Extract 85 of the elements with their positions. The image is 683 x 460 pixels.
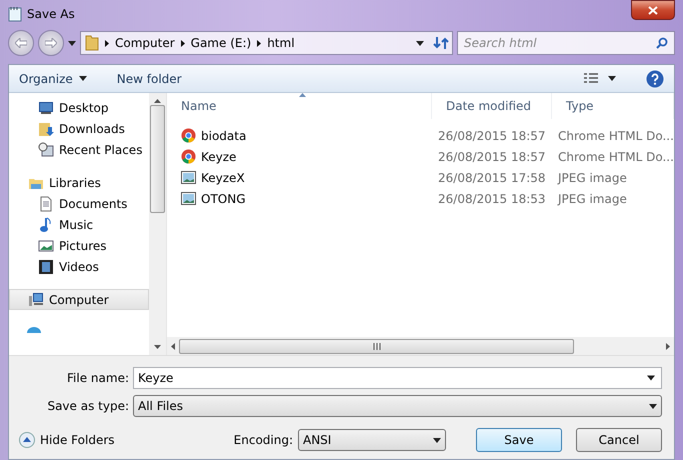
- help-icon[interactable]: [646, 70, 664, 88]
- file-name: Keyze: [201, 150, 236, 164]
- horizontal-scrollbar[interactable]: [167, 337, 674, 355]
- breadcrumb-item[interactable]: html: [267, 36, 295, 50]
- search-field[interactable]: Search html: [457, 31, 675, 55]
- column-header[interactable]: Type: [552, 93, 674, 119]
- type-cell-text: JPEG image: [556, 170, 628, 184]
- column-header[interactable]: Name: [167, 93, 432, 119]
- save-type-label: Save as type:: [46, 399, 129, 413]
- file-row[interactable]: Keyze 26/08/2015 18:57 Chrome HTML Do...: [167, 146, 674, 167]
- new-folder-button[interactable]: New folder: [116, 72, 182, 86]
- scroll-left-icon: [171, 342, 175, 350]
- view-caret-icon: [608, 76, 616, 81]
- column-header[interactable]: Date modified: [432, 93, 552, 119]
- vertical-scrollbar[interactable]: [149, 93, 166, 355]
- close-button[interactable]: [631, 0, 675, 20]
- sidebar-item[interactable]: Videos: [9, 256, 149, 277]
- cancel-button[interactable]: Cancel: [576, 428, 662, 452]
- scroll-right-icon: [666, 342, 670, 350]
- image-file-icon: [181, 192, 196, 205]
- grip-icon: [372, 342, 380, 350]
- chevron-right-icon: [257, 40, 262, 46]
- computer-icon: [28, 292, 44, 308]
- type-cell-text: Chrome HTML Do...: [557, 150, 674, 164]
- close-icon: [648, 6, 658, 14]
- file-name: KeyzeX: [201, 170, 245, 184]
- sidebar-item[interactable]: Music: [9, 214, 149, 235]
- view-list-icon[interactable]: [584, 73, 598, 84]
- file-name: biodata: [201, 128, 246, 142]
- folder-download-icon: [38, 120, 54, 136]
- file-row[interactable]: biodata 26/08/2015 18:57 Chrome HTML Do...: [167, 125, 674, 146]
- document-icon: [38, 196, 54, 212]
- folder-icon: [85, 35, 99, 51]
- sidebar-item[interactable]: Recent Places: [9, 139, 149, 160]
- picture-icon: [38, 238, 54, 254]
- file-name-field[interactable]: Keyze: [133, 367, 662, 389]
- breadcrumb-item[interactable]: Game (E:): [190, 36, 252, 50]
- sidebar-item[interactable]: Documents: [9, 193, 149, 214]
- type-cell-text: JPEG image: [556, 192, 628, 206]
- encoding-dropdown[interactable]: ANSI: [298, 429, 446, 451]
- caret-icon: [416, 40, 424, 46]
- chevron-right-icon: [180, 40, 185, 46]
- breadcrumb-item[interactable]: Computer: [115, 36, 175, 50]
- scroll-up-icon: [154, 99, 161, 103]
- browser-icon: [181, 128, 196, 143]
- file-row[interactable]: OTONG 26/08/2015 18:53 JPEG image: [167, 188, 674, 209]
- file-name: OTONG: [201, 192, 246, 206]
- organize-button[interactable]: Organize: [19, 72, 87, 86]
- search-icon: [656, 37, 668, 49]
- sidebar-item[interactable]: Desktop: [9, 97, 149, 118]
- chevron-right-icon: [105, 40, 109, 46]
- sidebar-item[interactable]: Pictures: [9, 235, 149, 256]
- caret-icon: [647, 376, 655, 380]
- notepad-icon: [8, 6, 22, 22]
- caret-icon: [649, 404, 657, 408]
- type-cell-text: Chrome HTML Do...: [557, 128, 674, 142]
- hide-folders-button[interactable]: Hide Folders: [19, 432, 115, 448]
- save-button[interactable]: Save: [476, 428, 562, 452]
- chevron-up-circle-icon: [19, 432, 35, 448]
- image-file-icon: [181, 171, 196, 184]
- date-cell-text: 26/08/2015 17:58: [437, 170, 547, 184]
- forward-button[interactable]: [38, 30, 64, 56]
- caret-icon: [78, 76, 87, 81]
- film-icon: [38, 258, 54, 274]
- date-cell-text: 26/08/2015 18:57: [437, 150, 547, 164]
- save-type-dropdown[interactable]: All Files: [133, 395, 662, 417]
- history-caret-icon: [68, 40, 76, 46]
- arrow-left-icon: [15, 38, 27, 48]
- scroll-down-icon: [154, 345, 161, 349]
- caret-icon: [433, 438, 441, 442]
- recent-places-icon: [38, 142, 54, 158]
- file-name-label: File name:: [66, 371, 129, 385]
- monitor-icon: [38, 100, 54, 116]
- date-cell-text: 26/08/2015 18:57: [437, 128, 547, 142]
- date-cell-text: 26/08/2015 18:53: [437, 192, 547, 206]
- browser-icon: [181, 149, 196, 164]
- sidebar-item[interactable]: Computer: [9, 289, 149, 310]
- sidebar-item[interactable]: Downloads: [9, 118, 149, 139]
- file-row[interactable]: KeyzeX 26/08/2015 17:58 JPEG image: [167, 167, 674, 188]
- back-button[interactable]: [8, 30, 34, 56]
- address-bar[interactable]: Computer Game (E:) html: [80, 31, 453, 55]
- encoding-label: Encoding:: [234, 433, 293, 447]
- arrow-right-icon: [45, 38, 57, 48]
- sidebar-item[interactable]: Libraries: [9, 172, 149, 193]
- window-title: Save As: [27, 7, 75, 21]
